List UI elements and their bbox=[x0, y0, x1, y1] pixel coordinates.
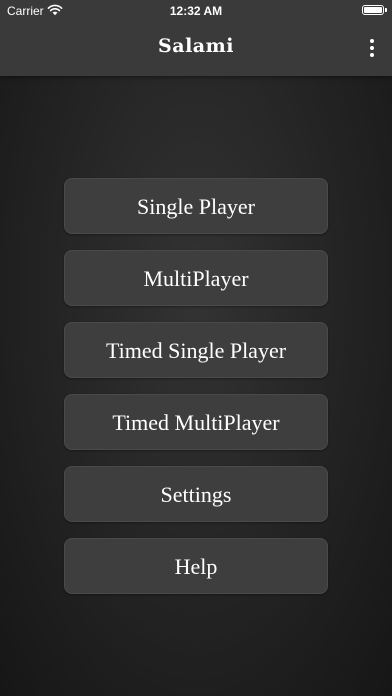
status-time: 12:32 AM bbox=[169, 4, 223, 18]
more-options-button[interactable] bbox=[364, 36, 380, 60]
timed-single-player-button[interactable]: Timed Single Player bbox=[64, 322, 328, 378]
timed-multiplayer-button[interactable]: Timed MultiPlayer bbox=[64, 394, 328, 450]
top-bar: Carrier 12:32 AM Salami bbox=[0, 0, 392, 76]
app-screen: Carrier 12:32 AM Salami Single Player Mu… bbox=[0, 0, 392, 696]
single-player-button[interactable]: Single Player bbox=[64, 178, 328, 234]
multiplayer-button[interactable]: MultiPlayer bbox=[64, 250, 328, 306]
nav-bar: Salami bbox=[0, 22, 392, 76]
help-button[interactable]: Help bbox=[64, 538, 328, 594]
main-menu: Single Player MultiPlayer Timed Single P… bbox=[64, 178, 328, 610]
status-bar: Carrier 12:32 AM bbox=[0, 0, 392, 22]
more-vertical-icon bbox=[370, 39, 374, 43]
battery-tip bbox=[385, 8, 387, 12]
settings-button[interactable]: Settings bbox=[64, 466, 328, 522]
battery-icon bbox=[362, 5, 384, 15]
page-title: Salami bbox=[158, 35, 234, 57]
